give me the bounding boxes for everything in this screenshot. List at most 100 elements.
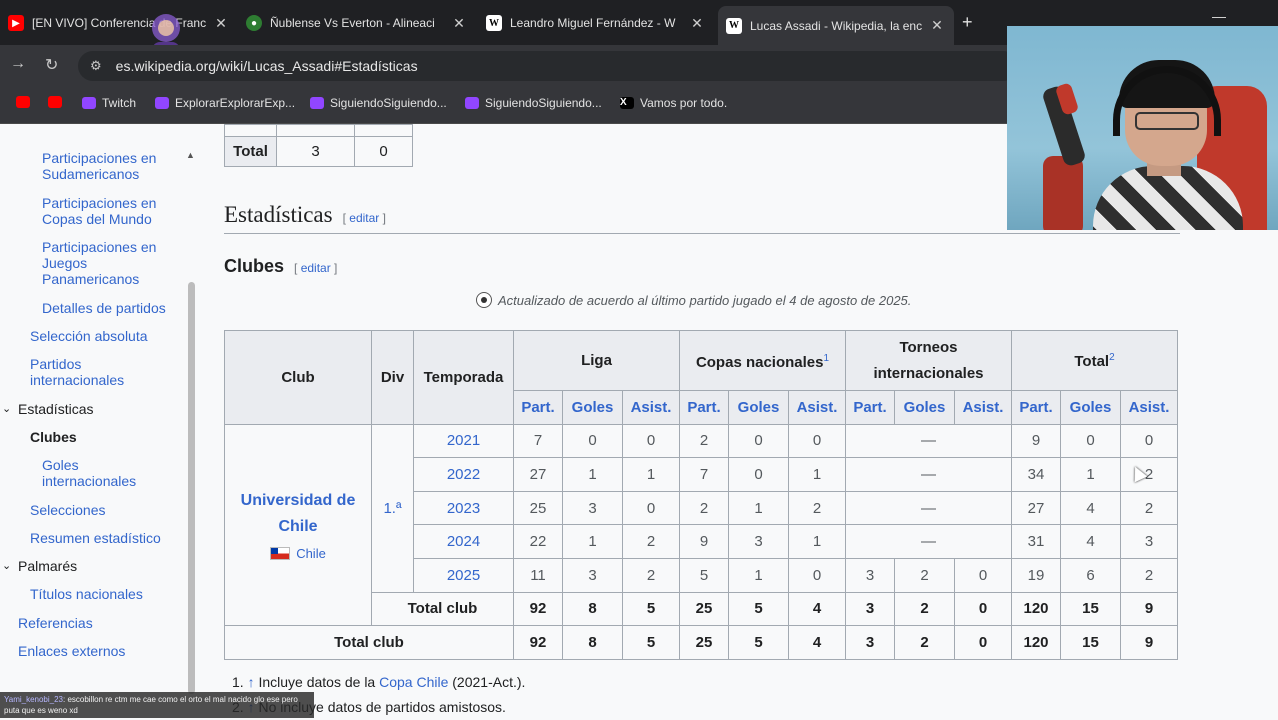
toc-item-enlaces-externos[interactable]: Enlaces externos: [18, 643, 168, 659]
close-icon[interactable]: ✕: [450, 15, 468, 32]
season-link[interactable]: 2024: [413, 524, 514, 559]
bookmark-siguiendo-1[interactable]: SiguiendoSiguiendo...: [310, 96, 447, 110]
toc-item-clubes[interactable]: Clubes: [30, 429, 180, 445]
toc-scrollbar[interactable]: [188, 282, 195, 694]
bookmark-twitch[interactable]: Twitch: [82, 96, 136, 110]
scroll-up-icon[interactable]: ▲: [186, 150, 195, 160]
stat-cell-dash: —: [845, 524, 1012, 559]
bookmark-vamos[interactable]: X Vamos por todo.: [620, 96, 727, 110]
total-cell: 8: [562, 625, 623, 660]
stat-cell: 0: [954, 557, 1012, 593]
stat-cell: 2: [1120, 490, 1178, 526]
toc-item-detalles[interactable]: Detalles de partidos: [42, 300, 182, 316]
stat-cell: 2: [894, 557, 955, 593]
header-div: Div: [371, 330, 414, 425]
stat-cell: 0: [1120, 423, 1178, 459]
stat-cell: 1: [562, 457, 623, 492]
total-cell: 9: [1120, 591, 1178, 627]
stat-cell: 27: [1011, 490, 1061, 526]
subheader[interactable]: Asist.: [622, 390, 680, 425]
toc-item-partidos-internacionales[interactable]: Partidos internacionales: [30, 356, 140, 388]
bookmark-siguiendo-2[interactable]: SiguiendoSiguiendo...: [465, 96, 602, 110]
season-link[interactable]: 2023: [413, 490, 514, 526]
toc-item-resumen[interactable]: Resumen estadístico: [30, 530, 180, 546]
subheader[interactable]: Goles: [894, 390, 955, 425]
bookmark-youtube-2[interactable]: [48, 96, 68, 108]
new-tab-icon[interactable]: +: [962, 12, 973, 33]
close-icon[interactable]: ✕: [688, 15, 706, 32]
stat-cell: 0: [728, 457, 789, 492]
stat-cell: 3: [728, 524, 789, 559]
site-settings-icon[interactable]: ⚙: [90, 58, 102, 74]
subheader[interactable]: Goles: [562, 390, 623, 425]
copa-chile-link[interactable]: Copa Chile: [379, 674, 448, 690]
total-value: 0: [354, 136, 413, 167]
division-link[interactable]: 1.ª: [371, 423, 414, 593]
subheader[interactable]: Part.: [679, 390, 729, 425]
toc-item-seleccion-absoluta[interactable]: Selección absoluta: [30, 328, 180, 344]
stat-cell: 0: [788, 557, 846, 593]
stat-cell: 19: [1011, 557, 1061, 593]
toc-item-copas-mundo[interactable]: Participaciones en Copas del Mundo: [42, 195, 182, 227]
tab-lucas-assadi[interactable]: W Lucas Assadi - Wikipedia, la enc ✕: [718, 6, 954, 45]
subheader[interactable]: Part.: [513, 390, 563, 425]
toc-item-estadisticas[interactable]: Estadísticas: [18, 401, 168, 417]
reload-icon[interactable]: ↻: [45, 55, 58, 75]
toc-item-referencias[interactable]: Referencias: [18, 615, 168, 631]
subheader[interactable]: Goles: [728, 390, 789, 425]
edit-link[interactable]: [ editar ]: [294, 261, 337, 275]
header-club: Club: [224, 330, 372, 425]
subheader[interactable]: Part.: [845, 390, 895, 425]
toc-item-palmares[interactable]: Palmarés: [18, 558, 168, 574]
subheader[interactable]: Part.: [1011, 390, 1061, 425]
header-torneos: Torneos internacionales: [845, 330, 1012, 391]
toc-item-panamericanos[interactable]: Participaciones en Juegos Panamericanos: [42, 239, 172, 287]
season-link[interactable]: 2021: [413, 423, 514, 459]
chevron-down-icon[interactable]: ⌄: [2, 559, 11, 572]
table-of-contents: ▲ Participaciones en Sudamericanos Parti…: [0, 124, 200, 720]
total-value: 3: [276, 136, 355, 167]
stat-cell: 3: [845, 557, 895, 593]
season-link[interactable]: 2025: [413, 557, 514, 593]
toc-item-titulos-nacionales[interactable]: Títulos nacionales: [30, 586, 180, 602]
tab-conferencia[interactable]: ▶ [EN VIVO] Conferencia de Franc ✕: [8, 8, 230, 38]
total-cell: 2: [894, 591, 955, 627]
edit-link[interactable]: [ editar ]: [343, 211, 386, 225]
tab-leandro[interactable]: W Leandro Miguel Fernández - W ✕: [486, 8, 706, 38]
total-cell: 4: [788, 591, 846, 627]
toc-item-sudamericanos[interactable]: Participaciones en Sudamericanos: [42, 150, 182, 182]
webcam-overlay: [1007, 26, 1278, 230]
header-temporada: Temporada: [413, 330, 514, 425]
stat-cell-dash: —: [845, 490, 1012, 526]
chevron-down-icon[interactable]: ⌄: [2, 402, 11, 415]
forward-icon[interactable]: →: [10, 55, 26, 73]
stat-cell: 25: [513, 490, 563, 526]
tab-nublense[interactable]: ● Ñublense Vs Everton - Alineaci ✕: [246, 8, 468, 38]
minimize-icon[interactable]: —: [1212, 8, 1226, 24]
stat-cell: 4: [1060, 490, 1121, 526]
subheader[interactable]: Asist.: [788, 390, 846, 425]
club-link[interactable]: Universidad de Chile: [225, 488, 371, 540]
bookmark-explorar[interactable]: ExplorarExplorarExp...: [155, 96, 295, 110]
close-icon[interactable]: ✕: [928, 17, 946, 34]
toc-item-goles-internacionales[interactable]: Goles internacionales: [42, 457, 162, 489]
stat-cell: 1: [562, 524, 623, 559]
toc-item-selecciones[interactable]: Selecciones: [30, 502, 180, 518]
bookmark-youtube-1[interactable]: [16, 96, 36, 108]
subheader[interactable]: Asist.: [1120, 390, 1178, 425]
subheader[interactable]: Asist.: [954, 390, 1012, 425]
section-heading: Estadísticas[ editar ]: [224, 202, 386, 227]
subheader[interactable]: Goles: [1060, 390, 1121, 425]
youtube-icon: [16, 96, 30, 108]
address-bar[interactable]: ⚙ es.wikipedia.org/wiki/Lucas_Assadi#Est…: [78, 51, 1018, 81]
tab-label: Leandro Miguel Fernández - W: [510, 16, 676, 30]
stat-cell: 0: [622, 423, 680, 459]
close-icon[interactable]: ✕: [212, 15, 230, 32]
stat-cell: 22: [513, 524, 563, 559]
twitch-icon: [310, 97, 324, 109]
season-link[interactable]: 2022: [413, 457, 514, 492]
header-copas: Copas nacionales1: [679, 330, 846, 391]
stat-cell: 1: [728, 557, 789, 593]
country-link[interactable]: Chile: [225, 546, 371, 561]
total-cell: 92: [513, 591, 563, 627]
